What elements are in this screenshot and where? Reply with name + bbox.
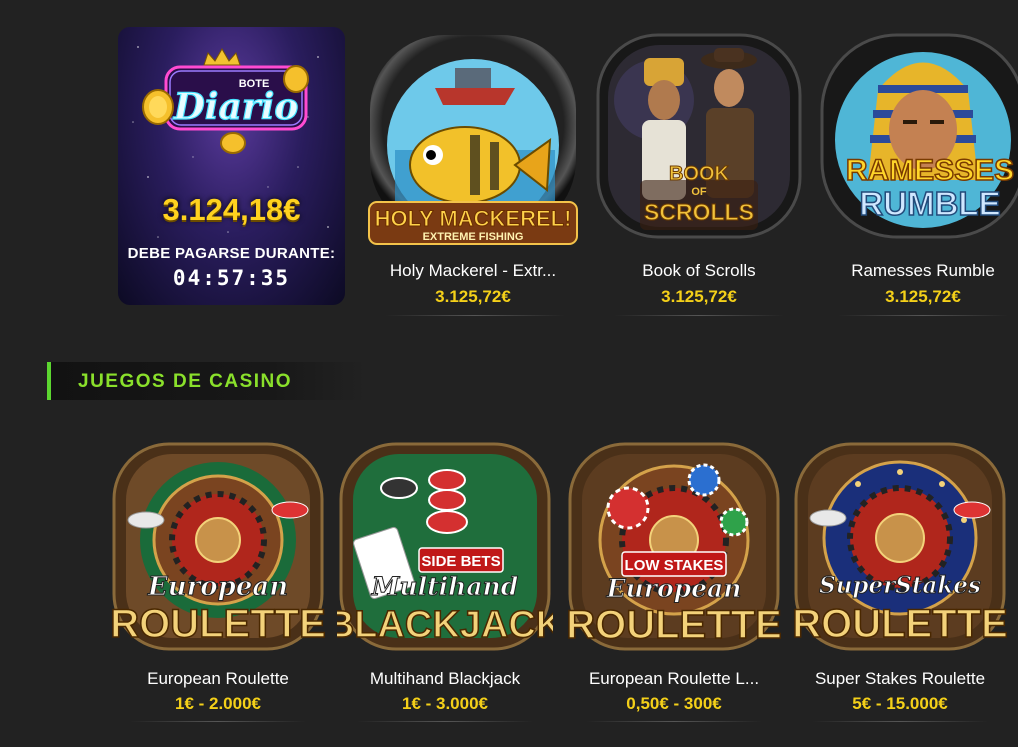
game-name: Super Stakes Roulette	[814, 669, 986, 688]
svg-text:European: European	[606, 574, 742, 603]
jackpot-countdown-timer: 04:57:35	[172, 266, 291, 290]
section-accent-bar	[47, 362, 51, 400]
svg-text:European: European	[147, 572, 288, 602]
game-thumbnail[interactable]: BOOK OF SCROLLS	[594, 30, 804, 250]
divider	[130, 721, 306, 722]
svg-text:HOLY MACKEREL!: HOLY MACKEREL!	[375, 206, 572, 231]
svg-text:BOOK: BOOK	[669, 163, 730, 185]
game-bet-range: 1€ - 3.000€	[401, 694, 488, 713]
divider	[614, 315, 784, 316]
game-thumbnail[interactable]: HOLY MACKEREL! EXTREME FISHING	[365, 30, 581, 250]
game-bet-range: 1€ - 2.000€	[174, 694, 261, 713]
divider	[357, 721, 533, 722]
svg-text:Diario: Diario	[173, 86, 299, 128]
game-jackpot-value: 3.125,72€	[435, 287, 511, 306]
game-thumbnail[interactable]: SIDE BETS Multihand BLACKJACK	[337, 440, 553, 655]
section-header-casino-games: JUEGOS DE CASINO	[47, 362, 367, 400]
game-jackpot-value: 3.125,72€	[885, 287, 961, 306]
game-tile-holy-mackerel[interactable]: HOLY MACKEREL! EXTREME FISHING Holy Mack…	[365, 30, 581, 320]
svg-text:RAMESSES: RAMESSES	[846, 154, 1014, 187]
game-name: European Roulette	[147, 669, 289, 688]
divider	[838, 315, 1008, 316]
game-thumbnail[interactable]: SuperStakes ROULETTE	[792, 440, 1008, 655]
svg-text:SIDE BETS: SIDE BETS	[421, 553, 500, 570]
divider	[385, 315, 565, 316]
section-title: JUEGOS DE CASINO	[78, 371, 293, 392]
game-name: Multihand Blackjack	[369, 669, 521, 688]
game-name: European Roulette L...	[588, 669, 760, 688]
game-thumbnail[interactable]: European ROULETTE	[110, 440, 326, 655]
game-name: Holy Mackerel - Extr...	[389, 261, 557, 280]
game-tile-european-roulette[interactable]: European ROULETTE European Roulette 1€ -…	[110, 440, 326, 730]
game-tile-european-roulette-low-stakes[interactable]: LOW STAKES European ROULETTE European Ro…	[566, 440, 782, 730]
svg-text:Multihand: Multihand	[371, 572, 518, 601]
svg-text:SCROLLS: SCROLLS	[644, 199, 754, 225]
svg-text:ROULETTE: ROULETTE	[566, 603, 782, 647]
divider	[812, 721, 988, 722]
game-name: Ramesses Rumble	[851, 261, 995, 280]
divider	[586, 721, 762, 722]
svg-text:ROULETTE: ROULETTE	[792, 602, 1008, 646]
svg-text:RUMBLE: RUMBLE	[859, 185, 1000, 222]
game-jackpot-value: 3.125,72€	[661, 287, 737, 306]
game-name: Book of Scrolls	[642, 261, 756, 280]
bote-diario-logo: BOTE Diario	[142, 48, 309, 154]
crown-icon	[203, 48, 241, 66]
game-thumbnail[interactable]: LOW STAKES European ROULETTE	[566, 440, 782, 655]
svg-text:EXTREME FISHING: EXTREME FISHING	[423, 231, 524, 243]
game-tile-super-stakes-roulette[interactable]: SuperStakes ROULETTE Super Stakes Roulet…	[792, 440, 1008, 730]
svg-text:LOW STAKES: LOW STAKES	[625, 557, 724, 574]
jackpot-amount: 3.124,18€	[162, 192, 301, 227]
svg-text:BLACKJACK: BLACKJACK	[337, 604, 553, 646]
jackpot-deadline-label: DEBE PAGARSE DURANTE:	[127, 245, 336, 262]
game-tile-book-of-scrolls[interactable]: BOOK OF SCROLLS Book of Scrolls 3.125,72…	[594, 30, 804, 320]
svg-text:OF: OF	[691, 186, 707, 198]
game-tile-multihand-blackjack[interactable]: SIDE BETS Multihand BLACKJACK Multihand …	[337, 440, 553, 730]
game-bet-range: 0,50€ - 300€	[626, 694, 722, 713]
game-bet-range: 5€ - 15.000€	[852, 694, 948, 713]
game-tile-ramesses-rumble[interactable]: RAMESSES RUMBLE Ramesses Rumble 3.125,72…	[818, 30, 1018, 320]
game-thumbnail[interactable]: RAMESSES RUMBLE	[818, 30, 1018, 250]
svg-text:SuperStakes: SuperStakes	[819, 572, 981, 599]
svg-text:ROULETTE: ROULETTE	[110, 602, 326, 646]
daily-jackpot-card[interactable]: BOTE Diario 3.124,18€ DEBE PAGARSE DURAN…	[118, 27, 345, 305]
